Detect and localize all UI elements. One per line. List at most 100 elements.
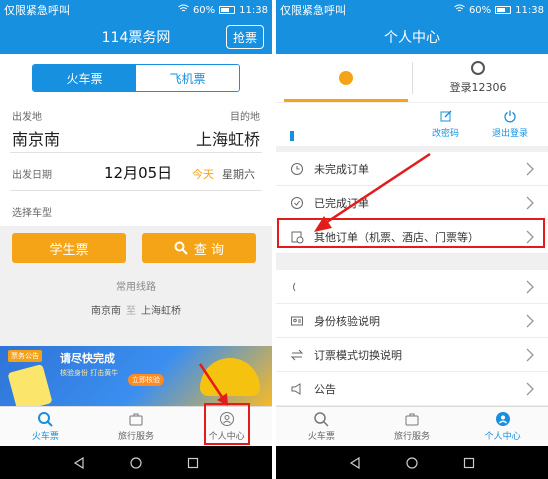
- nav-label: 火车票: [31, 432, 59, 442]
- status-bar: 仅限紧急呼叫 60% 11:38: [0, 0, 272, 20]
- chevron-right-icon: [526, 382, 534, 396]
- home-icon[interactable]: [405, 456, 419, 470]
- id-card-icon: [291, 316, 303, 325]
- carrier-text: 仅限紧急呼叫: [4, 4, 70, 17]
- status-bar: 仅限紧急呼叫 60% 11:38: [276, 0, 548, 20]
- menu-item-blank[interactable]: [276, 270, 548, 304]
- edit-icon: [440, 110, 451, 122]
- system-nav-bar: [276, 446, 548, 479]
- nav-train-tickets[interactable]: 火车票: [0, 407, 91, 446]
- from-city[interactable]: 南京南: [12, 126, 60, 150]
- route-form: 出发地 目的地 南京南 上海虹桥 出发日期 12月05日 今天 星期六 选择车型: [0, 100, 272, 226]
- chevron-right-icon: [526, 162, 534, 176]
- clock-time: 11:38: [515, 4, 544, 16]
- menu-item-announcement[interactable]: 公告: [276, 372, 548, 406]
- clock-time: 11:38: [239, 4, 268, 16]
- login-icon: [471, 61, 485, 75]
- train-illustration: [200, 358, 260, 396]
- app-header: 114票务网 抢票: [0, 20, 272, 54]
- wifi-icon: [178, 4, 189, 16]
- promo-banner[interactable]: 票务公告 请尽快完成 核验身份 打击黄牛 立即核验: [0, 346, 272, 406]
- highlight-box: [277, 218, 545, 248]
- query-button[interactable]: 查 询: [142, 233, 256, 263]
- menu-label: 未完成订单: [314, 162, 369, 176]
- student-ticket-button[interactable]: 学生票: [12, 233, 126, 263]
- recents-icon[interactable]: [462, 456, 476, 470]
- bottom-nav: 火车票 旅行服务 个人中心: [276, 406, 548, 446]
- to-label: 目的地: [230, 112, 260, 123]
- divider: [10, 190, 262, 191]
- nav-personal-center[interactable]: 个人中心: [457, 407, 548, 446]
- battery-icon: [495, 6, 512, 14]
- weekday-text: 星期六: [222, 168, 255, 181]
- login-12306-button[interactable]: 登录12306: [416, 54, 540, 102]
- battery-icon: [219, 6, 236, 14]
- nav-travel-services[interactable]: 旅行服务: [367, 407, 458, 446]
- clock-icon: [291, 162, 303, 175]
- back-icon[interactable]: [348, 456, 362, 470]
- search-icon: [38, 412, 54, 427]
- app-header: 个人中心: [276, 20, 548, 54]
- banner-button[interactable]: 立即核验: [128, 374, 164, 386]
- change-password-button[interactable]: 改密码: [432, 109, 459, 139]
- ticket-type-tabs-area: 火车票 飞机票: [0, 54, 272, 100]
- grab-ticket-button[interactable]: 抢票: [225, 25, 264, 49]
- highlight-box: [204, 403, 250, 445]
- search-icon: [174, 241, 188, 255]
- nav-travel-services[interactable]: 旅行服务: [91, 407, 182, 446]
- megaphone-icon: [291, 382, 301, 395]
- logout-button[interactable]: 退出登录: [492, 109, 528, 139]
- query-label: 查 询: [193, 242, 225, 258]
- system-nav-bar: [0, 446, 272, 479]
- today-badge: 今天: [192, 168, 214, 181]
- menu-item-mode-switch[interactable]: 订票模式切换说明: [276, 338, 548, 372]
- switch-icon: [290, 349, 304, 360]
- tab-plane[interactable]: 飞机票: [136, 65, 239, 91]
- check-clock-icon: [291, 196, 303, 209]
- user-account-icon: [339, 71, 353, 85]
- menu-item-unfinished-orders[interactable]: 未完成订单: [276, 152, 548, 186]
- menu-label: 已完成订单: [314, 196, 369, 210]
- common-route-item[interactable]: 南京南至上海虹桥: [0, 302, 272, 317]
- power-icon: [504, 110, 516, 123]
- left-screen: 仅限紧急呼叫 60% 11:38 114票务网 抢票 火车票 飞机票 出发地 目…: [0, 0, 272, 479]
- menu-item-finished-orders[interactable]: 已完成订单: [276, 186, 548, 220]
- from-label: 出发地: [12, 112, 42, 123]
- carrier-text: 仅限紧急呼叫: [280, 4, 346, 17]
- search-icon: [314, 412, 329, 427]
- chevron-right-icon: [526, 314, 534, 328]
- tab-train[interactable]: 火车票: [33, 65, 136, 91]
- common-route-sep: 至: [126, 306, 136, 317]
- menu-item-id-verification[interactable]: 身份核验说明: [276, 304, 548, 338]
- home-icon[interactable]: [129, 456, 143, 470]
- to-city[interactable]: 上海虹桥: [196, 126, 260, 150]
- recents-icon[interactable]: [186, 456, 200, 470]
- nav-label: 旅行服务: [394, 432, 431, 442]
- action-buttons: 学生票 查 询: [0, 233, 272, 265]
- nav-label: 旅行服务: [118, 432, 155, 442]
- back-icon[interactable]: [72, 456, 86, 470]
- common-routes-title: 常用线路: [116, 282, 156, 293]
- battery-percent: 60%: [468, 4, 492, 16]
- change-password-label: 改密码: [432, 129, 460, 139]
- nav-train-tickets[interactable]: 火车票: [276, 407, 367, 446]
- right-screen: 仅限紧急呼叫 60% 11:38 个人中心 登录12306 改密码 退出登录 未…: [276, 0, 548, 479]
- common-route-from: 南京南: [91, 306, 121, 317]
- menu-label: 公告: [314, 382, 336, 396]
- date-value[interactable]: 12月05日: [104, 162, 172, 183]
- app-title: 114票务网: [101, 30, 171, 46]
- date-label: 出发日期: [12, 170, 52, 181]
- chevron-right-icon: [526, 348, 534, 362]
- person-icon: [495, 412, 510, 426]
- menu-label: 身份核验说明: [314, 314, 380, 328]
- car-type-label[interactable]: 选择车型: [12, 204, 52, 219]
- divider: [10, 152, 262, 153]
- account-tab-user[interactable]: [284, 54, 408, 102]
- blank-icon: [293, 282, 296, 291]
- login-12306-label: 登录12306: [449, 81, 507, 94]
- nav-label: 个人中心: [484, 432, 521, 442]
- suitcase-icon: [129, 413, 143, 426]
- wifi-icon: [454, 4, 465, 16]
- chevron-right-icon: [526, 196, 534, 210]
- banner-tag: 票务公告: [8, 350, 42, 362]
